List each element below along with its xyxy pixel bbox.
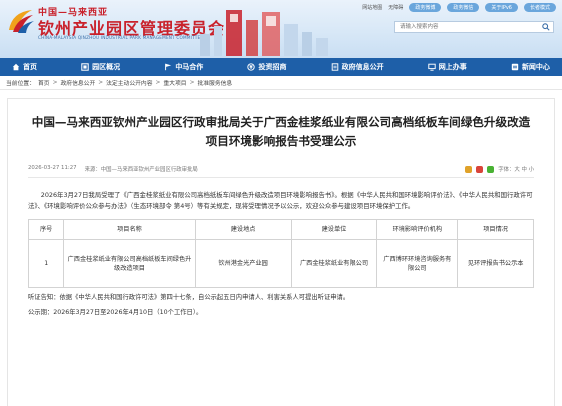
table-header: 建设地点 bbox=[194, 219, 292, 240]
site-header: 中国—马来西亚 钦州产业园区管理委员会 CHINA-MALAYSIA QINZH… bbox=[0, 0, 562, 58]
breadcrumb-item-gov-info[interactable]: 政府信息公开 bbox=[60, 78, 95, 87]
table-cell: 广西博环环境咨询服务有限公司 bbox=[376, 239, 459, 288]
online-icon bbox=[428, 63, 436, 71]
article-date: 2026-03-27 11:27 bbox=[28, 165, 77, 171]
share-wechat-icon[interactable] bbox=[487, 165, 495, 173]
table-row: 1 广西金桂浆纸业有限公司高档纸板车间绿色升级改造项目 钦州港金光产业园 广西金… bbox=[27, 239, 534, 288]
pill-wechat[interactable]: 政务微信 bbox=[447, 3, 480, 12]
table-cell: 钦州港金光产业园 bbox=[194, 239, 292, 288]
article-container: 中国—马来西亚钦州产业园区行政审批局关于广西金桂浆纸业有限公司高档纸板车间绿色升… bbox=[7, 98, 555, 406]
header-top-links: 网站地图 无障碍 政务微博 政务微信 关于IPv6 长者模式 bbox=[362, 3, 556, 12]
breadcrumb: 当前位置： 首页 > 政府信息公开 > 法定主动公开内容 > 重大项目 > 批准… bbox=[0, 76, 562, 90]
main-nav: 首页 园区概况 中马合作 ¥ 投资招商 政府信息公开 网上办事 新闻中心 bbox=[0, 58, 562, 76]
pill-weibo[interactable]: 政务微博 bbox=[409, 3, 442, 12]
search-input[interactable] bbox=[395, 22, 539, 32]
nav-news-center[interactable]: 新闻中心 bbox=[511, 62, 550, 72]
search-box bbox=[394, 21, 554, 33]
project-table: 序号 项目名称 建设地点 建设单位 环境影响评价机构 项目情况 1 广西金桂浆纸… bbox=[27, 219, 534, 288]
share-qzone-icon[interactable] bbox=[465, 165, 473, 173]
publicity-period: 公示期：2026年3月27日至2026年4月10日（10个工作日）。 bbox=[28, 309, 203, 316]
table-header: 建设单位 bbox=[290, 219, 378, 240]
table-cell: 见环评报告书公示本 bbox=[457, 239, 534, 288]
table-cell: 广西金桂浆纸业有限公司高档纸板车间绿色升级改造项目 bbox=[63, 239, 196, 288]
park-icon bbox=[81, 63, 89, 71]
breadcrumb-item-home[interactable]: 首页 bbox=[38, 78, 50, 87]
nav-park-overview[interactable]: 园区概况 bbox=[81, 62, 120, 72]
article-meta: 2026-03-27 11:27 来源：中国—马来西亚钦州产业园区行政审批局 字… bbox=[28, 165, 534, 178]
breadcrumb-separator: > bbox=[98, 79, 104, 86]
nav-china-malaysia[interactable]: 中马合作 bbox=[164, 62, 203, 72]
search-icon[interactable] bbox=[539, 22, 553, 32]
site-logo[interactable] bbox=[6, 6, 36, 36]
article-body-paragraph: 2026年3月27日我局受理了《广西金桂浆纸业有限公司高档纸板车间绿色升级改造项… bbox=[28, 191, 533, 210]
breadcrumb-prefix: 当前位置： bbox=[6, 81, 35, 87]
table-header-row: 序号 项目名称 建设地点 建设单位 环境影响评价机构 项目情况 bbox=[27, 219, 534, 240]
breadcrumb-separator: > bbox=[155, 79, 161, 86]
breadcrumb-item-statutory[interactable]: 法定主动公开内容 bbox=[106, 78, 152, 87]
site-title-english: CHINA-MALAYSIA QINZHOU INDUSTRIAL PARK M… bbox=[38, 35, 204, 40]
share-weibo-icon[interactable] bbox=[476, 165, 484, 173]
article-source: 来源：中国—马来西亚钦州产业园区行政审批局 bbox=[84, 167, 198, 173]
top-link-accessibility[interactable]: 无障碍 bbox=[388, 4, 403, 11]
nav-label: 新闻中心 bbox=[521, 63, 550, 71]
nav-label: 中马合作 bbox=[175, 63, 204, 71]
breadcrumb-separator: > bbox=[52, 79, 58, 86]
nav-home[interactable]: 首页 bbox=[12, 62, 37, 72]
breadcrumb-separator: > bbox=[189, 79, 195, 86]
nav-label: 网上办事 bbox=[438, 63, 467, 71]
breadcrumb-item-approval[interactable]: 批准服务信息 bbox=[197, 78, 232, 87]
top-link-sitemap[interactable]: 网站地图 bbox=[362, 4, 382, 11]
news-icon bbox=[511, 63, 519, 71]
article-title: 中国—马来西亚钦州产业园区行政审批局关于广西金桂浆纸业有限公司高档纸板车间绿色升… bbox=[31, 115, 531, 148]
table-header: 序号 bbox=[27, 219, 65, 240]
table-header: 项目名称 bbox=[63, 219, 196, 240]
flag-icon bbox=[164, 63, 172, 71]
table-header: 环境影响评价机构 bbox=[376, 219, 459, 240]
table-cell: 广西金桂浆纸业有限公司 bbox=[290, 239, 378, 288]
table-cell: 1 bbox=[27, 239, 65, 288]
invest-icon: ¥ bbox=[247, 63, 256, 71]
breadcrumb-item-major-projects[interactable]: 重大项目 bbox=[163, 78, 186, 87]
table-header: 项目情况 bbox=[457, 219, 534, 240]
nav-label: 政府信息公开 bbox=[341, 63, 384, 71]
pill-elder-mode[interactable]: 长者模式 bbox=[523, 3, 556, 12]
nav-label: 园区概况 bbox=[92, 63, 121, 71]
nav-investment[interactable]: ¥ 投资招商 bbox=[247, 62, 286, 72]
nav-online-service[interactable]: 网上办事 bbox=[428, 62, 467, 72]
nav-label: 首页 bbox=[23, 63, 37, 71]
hearing-notice: 听证告知：依据《中华人民共和国行政许可法》第四十七条，自公示起五日内申请人、利害… bbox=[28, 294, 350, 301]
font-size-switcher[interactable]: 字体：大 中 小 bbox=[498, 165, 534, 173]
info-icon bbox=[331, 63, 339, 71]
nav-gov-info[interactable]: 政府信息公开 bbox=[331, 62, 384, 72]
header-skyline-illustration bbox=[190, 4, 340, 56]
nav-label: 投资招商 bbox=[258, 63, 287, 71]
home-icon bbox=[12, 63, 20, 71]
pill-ipv6[interactable]: 关于IPv6 bbox=[485, 3, 518, 12]
